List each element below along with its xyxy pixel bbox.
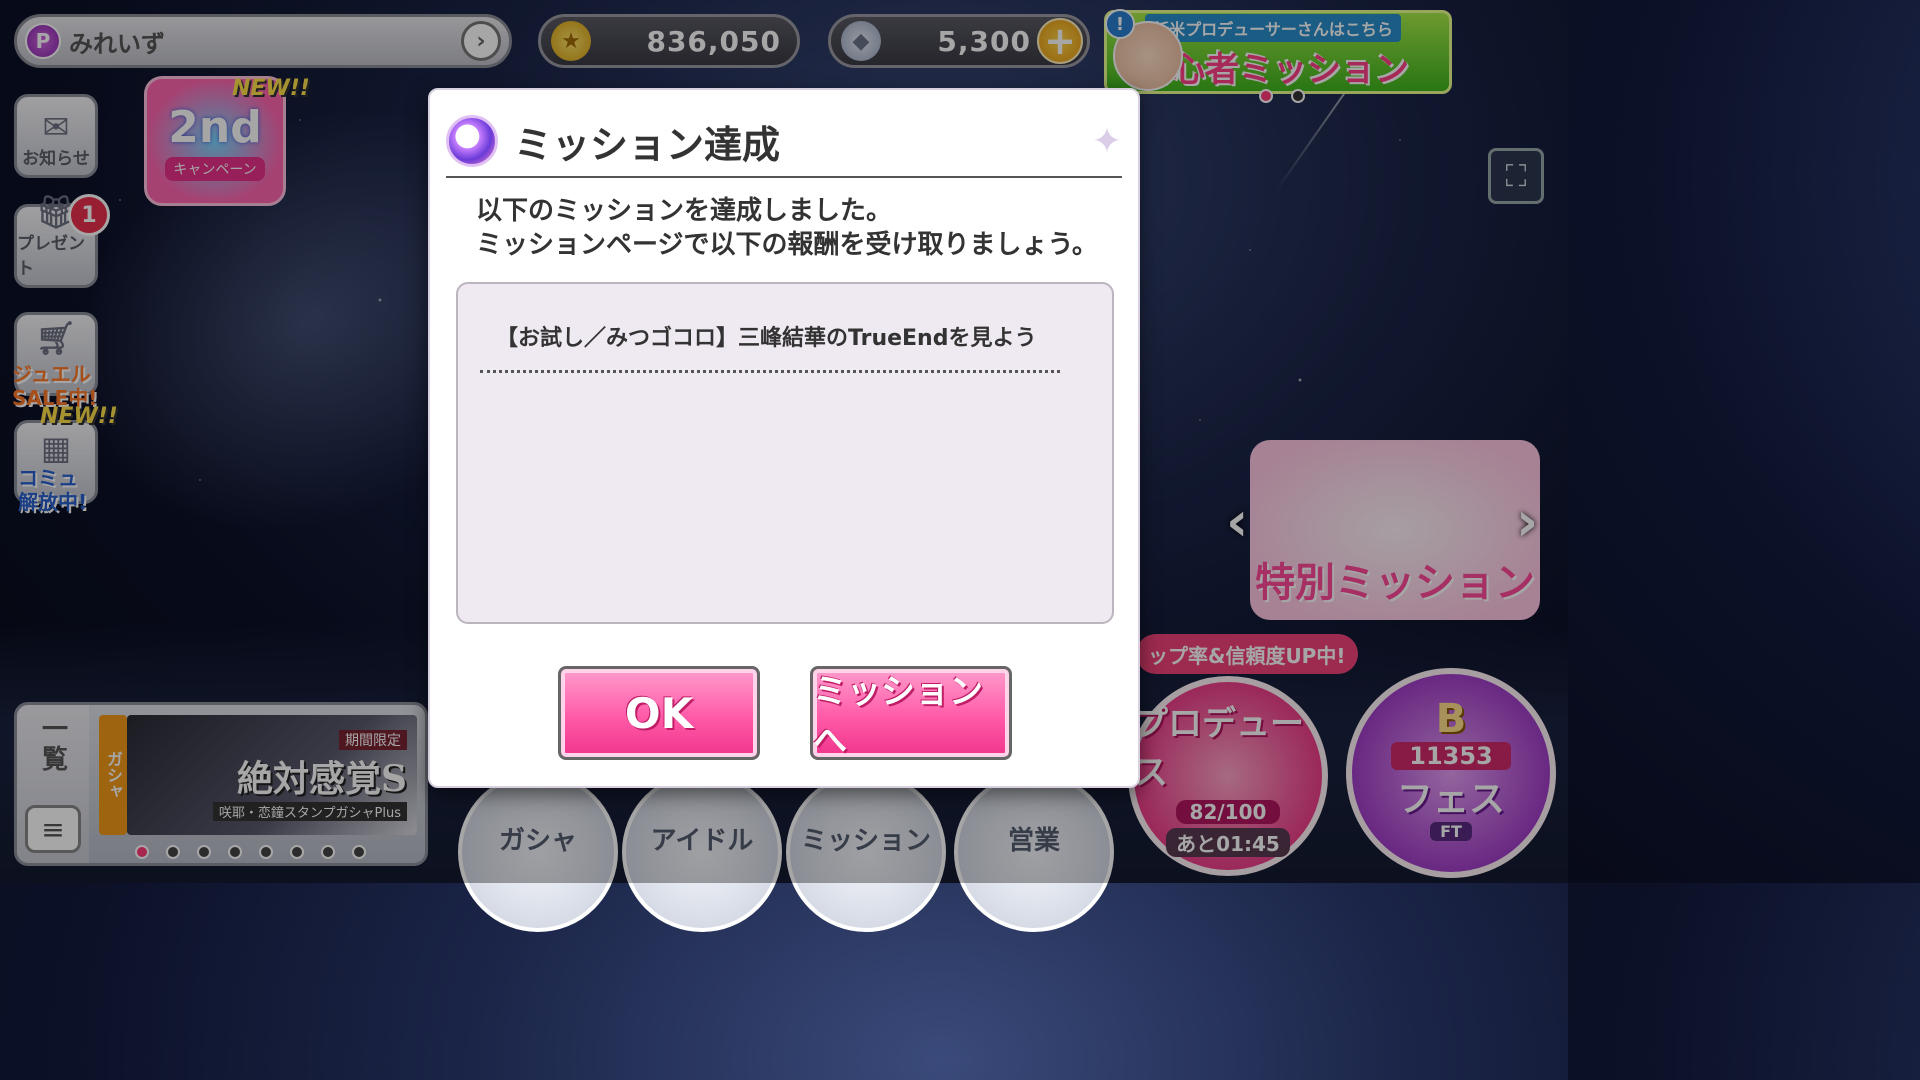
dialog-title: ミッション達成 <box>514 122 781 167</box>
dialog-message: 以下のミッションを達成しました。 ミッションページで以下の報酬を受け取りましょう… <box>476 196 1098 260</box>
mission-icon <box>446 115 498 167</box>
reward-list: 【お試し／みつゴコロ】三峰結華のTrueEndを見よう <box>456 282 1114 624</box>
mission-complete-dialog: ミッション達成 ✦ 以下のミッションを達成しました。 ミッションページで以下の報… <box>428 88 1140 788</box>
ok-button[interactable]: OK <box>558 666 760 760</box>
sparkle-icon: ✦ <box>1091 120 1122 162</box>
dialog-header: ミッション達成 ✦ <box>446 106 1122 178</box>
go-to-mission-button[interactable]: ミッションへ <box>810 666 1012 761</box>
dotted-divider <box>480 370 1060 373</box>
reward-item: 【お試し／みつゴコロ】三峰結華のTrueEndを見よう <box>496 326 1037 351</box>
